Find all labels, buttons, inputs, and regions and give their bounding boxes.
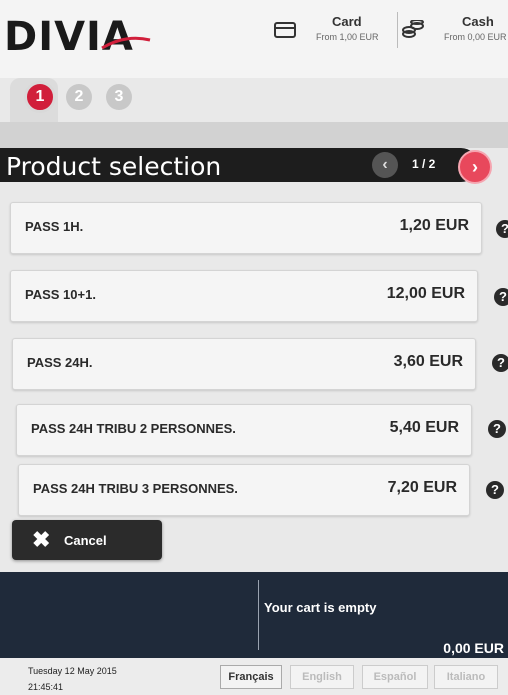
step-3: 3 xyxy=(106,84,132,110)
help-icon[interactable]: ? xyxy=(488,420,506,438)
coins-icon xyxy=(402,20,424,38)
product-name: PASS 10+1. xyxy=(25,287,96,302)
product-price: 12,00 EUR xyxy=(386,285,465,302)
help-icon[interactable]: ? xyxy=(486,481,504,499)
product-name: PASS 1H. xyxy=(25,219,84,234)
product-list: PASS 1H. 1,20 EUR ? PASS 10+1. 12,00 EUR… xyxy=(0,190,508,520)
cancel-button[interactable]: ✖ Cancel xyxy=(12,520,162,560)
product-row-pass-24h-tribu-2[interactable]: PASS 24H TRIBU 2 PERSONNES. 5,40 EUR xyxy=(16,404,472,456)
cash-title: Cash xyxy=(462,14,494,29)
language-button-english[interactable]: English xyxy=(290,665,354,689)
cash-subtitle: From 0,00 EUR xyxy=(444,32,507,42)
product-name: PASS 24H TRIBU 2 PERSONNES. xyxy=(31,421,236,436)
cash-payment-option: Cash From 0,00 EUR xyxy=(402,14,508,50)
product-row-pass-24h[interactable]: PASS 24H. 3,60 EUR xyxy=(12,338,476,390)
help-icon[interactable]: ? xyxy=(496,220,508,238)
card-payment-option: Card From 1,00 EUR xyxy=(274,14,386,50)
product-name: PASS 24H. xyxy=(27,355,93,370)
cart-divider xyxy=(258,580,259,650)
language-button-italiano[interactable]: Italiano xyxy=(434,665,498,689)
product-row-pass-24h-tribu-3[interactable]: PASS 24H TRIBU 3 PERSONNES. 7,20 EUR xyxy=(18,464,470,516)
help-icon[interactable]: ? xyxy=(494,288,508,306)
header-band xyxy=(0,122,508,148)
step-2: 2 xyxy=(66,84,92,110)
cart-panel xyxy=(0,572,508,658)
card-icon xyxy=(274,22,296,38)
product-price: 3,60 EUR xyxy=(393,353,463,370)
cart-total: 0,00 EUR xyxy=(443,640,504,656)
cancel-label: Cancel xyxy=(64,533,107,548)
product-row-pass-1h[interactable]: PASS 1H. 1,20 EUR xyxy=(10,202,482,254)
page-title: Product selection xyxy=(6,152,222,181)
card-subtitle: From 1,00 EUR xyxy=(316,32,379,42)
payment-divider xyxy=(397,12,398,48)
help-icon[interactable]: ? xyxy=(492,354,508,372)
previous-page-button[interactable]: ‹ xyxy=(372,152,398,178)
next-page-button[interactable]: › xyxy=(458,150,492,184)
language-button-espanol[interactable]: Español xyxy=(362,665,428,689)
product-name: PASS 24H TRIBU 3 PERSONNES. xyxy=(33,481,238,496)
product-price: 7,20 EUR xyxy=(387,479,457,496)
logo-swoosh-icon xyxy=(101,36,151,50)
step-1: 1 xyxy=(24,81,56,113)
product-price: 5,40 EUR xyxy=(389,419,459,436)
card-title: Card xyxy=(332,14,362,29)
language-button-francais[interactable]: Français xyxy=(220,665,282,689)
footer-time: 21:45:41 xyxy=(28,682,64,692)
cart-status: Your cart is empty xyxy=(264,600,377,615)
product-price: 1,20 EUR xyxy=(399,217,469,234)
footer-date: Tuesday 12 May 2015 xyxy=(28,666,117,676)
close-icon: ✖ xyxy=(32,527,51,552)
product-row-pass-10-1[interactable]: PASS 10+1. 12,00 EUR xyxy=(10,270,478,322)
page-indicator: 1 / 2 xyxy=(412,157,436,171)
